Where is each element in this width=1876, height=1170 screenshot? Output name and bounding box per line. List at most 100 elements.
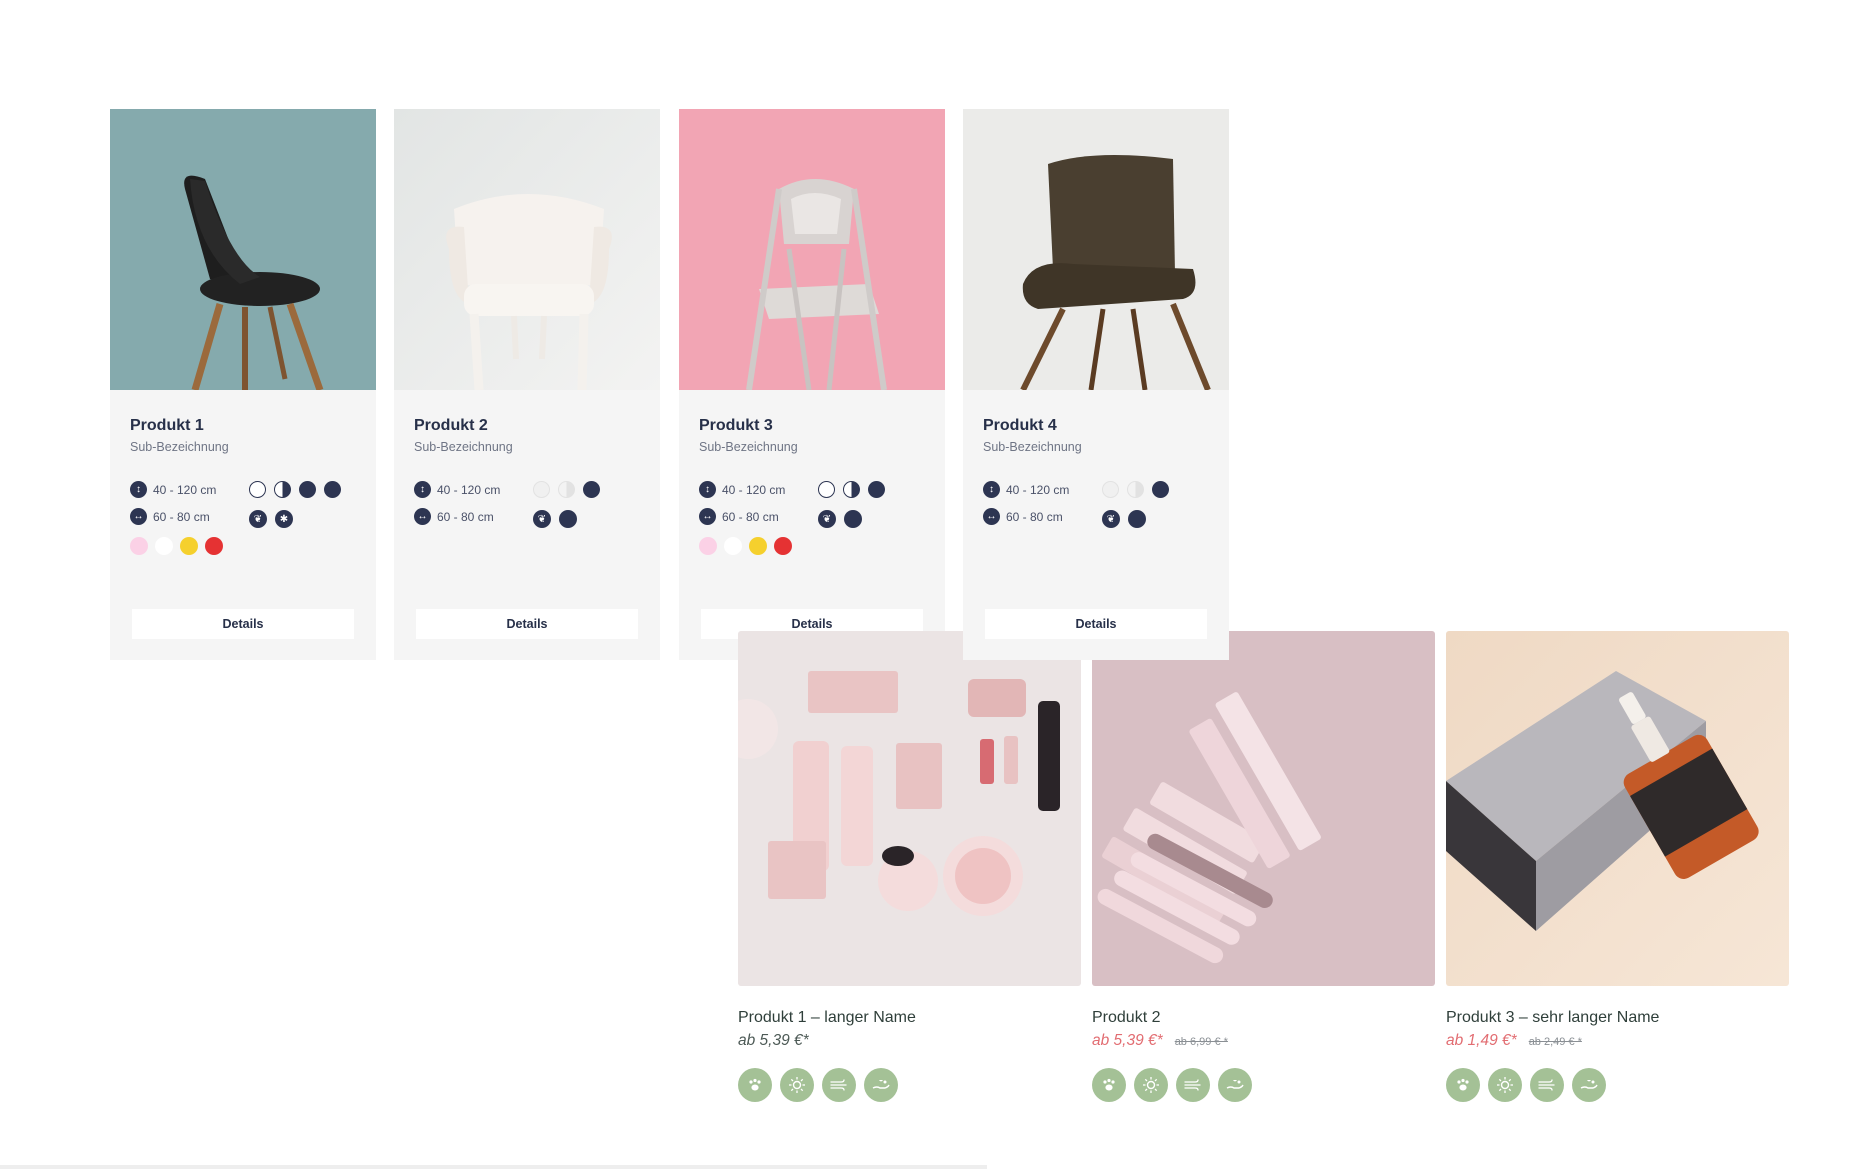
width-range: 60 - 80 cm [437,509,494,524]
sun-icon [780,1068,814,1102]
leaf-icon: ❦ [1102,510,1120,528]
chair-image-4[interactable] [963,109,1229,390]
cosmetic-card-1[interactable]: Produkt 1 – langer Name ab 5,39 €* [738,631,1081,1102]
cosmetic-image-2[interactable] [1092,631,1435,986]
price-row: ab 1,49 €* ab 2,49 € * [1446,1032,1582,1050]
color-dot-white[interactable] [155,537,173,555]
sale-price: ab 1,49 €* [1446,1032,1517,1049]
height-range: 40 - 120 cm [1006,482,1070,497]
wind-icon [822,1068,856,1102]
cosmetic-image-1[interactable] [738,631,1081,986]
height-range: 40 - 120 cm [437,482,501,497]
swatch-half[interactable] [558,481,575,498]
swatch-full[interactable] [324,481,341,498]
material-swatches [249,481,341,498]
swatch-outline[interactable] [818,481,835,498]
chair-image-2[interactable] [394,109,660,390]
swatch-full[interactable] [299,481,316,498]
color-dot-red[interactable] [774,537,792,555]
sun-icon [1488,1068,1522,1102]
width-range: 60 - 80 cm [153,509,210,524]
swatch-half[interactable] [843,481,860,498]
cosmetic-card-2[interactable]: Produkt 2 ab 5,39 €* ab 6,99 € * [1092,631,1435,1102]
height-arrows-icon: ↕ [414,481,431,498]
swatch-outline[interactable] [533,481,550,498]
swatch-full[interactable] [1152,481,1169,498]
old-price: ab 2,49 € * [1528,1036,1582,1048]
width-spec: ↔ 60 - 80 cm [983,508,1063,525]
wind-icon [1176,1068,1210,1102]
width-range: 60 - 80 cm [722,509,779,524]
details-button[interactable]: Details [132,609,354,639]
material-swatches [533,481,600,498]
material-swatches [818,481,885,498]
swatch-full[interactable] [868,481,885,498]
leaf-icon: ❦ [533,510,551,528]
chair-card-1[interactable]: Produkt 1 Sub-Bezeichnung ↕ 40 - 120 cm … [110,109,376,660]
feature-icons [738,1068,898,1102]
width-spec: ↔ 60 - 80 cm [130,508,210,525]
chair-image-1[interactable] [110,109,376,390]
bulb-icon: ✱ [275,510,293,528]
cosmetic-name[interactable]: Produkt 2 [1092,1009,1160,1027]
option-icons: ❦ [1102,510,1146,528]
chair-subtitle: Sub-Bezeichnung [130,440,229,454]
details-button[interactable]: Details [985,609,1207,639]
height-spec: ↕ 40 - 120 cm [699,481,785,498]
swatch-outline[interactable] [1102,481,1119,498]
price-row: ab 5,39 €* ab 6,99 € * [1092,1032,1228,1050]
paw-icon [1092,1068,1126,1102]
leaf-icon: ❦ [818,510,836,528]
paw-icon [738,1068,772,1102]
width-arrows-icon: ↔ [983,508,1000,525]
wind-icon [1530,1068,1564,1102]
cosmetic-name[interactable]: Produkt 1 – langer Name [738,1009,916,1027]
height-range: 40 - 120 cm [153,482,217,497]
details-button[interactable]: Details [416,609,638,639]
height-arrows-icon: ↕ [699,481,716,498]
scroll-divider [0,1165,987,1169]
chair-card-3[interactable]: Produkt 3 Sub-Bezeichnung ↕ 40 - 120 cm … [679,109,945,660]
color-dot-red[interactable] [205,537,223,555]
width-arrows-icon: ↔ [414,508,431,525]
height-arrows-icon: ↕ [983,481,1000,498]
width-spec: ↔ 60 - 80 cm [414,508,494,525]
cosmetic-name[interactable]: Produkt 3 – sehr langer Name [1446,1009,1659,1027]
color-dot-pink[interactable] [699,537,717,555]
hand-care-icon [864,1068,898,1102]
feature-icons [1092,1068,1252,1102]
chair-subtitle: Sub-Bezeichnung [414,440,513,454]
color-dot-yellow[interactable] [180,537,198,555]
width-spec: ↔ 60 - 80 cm [699,508,779,525]
cosmetic-card-3[interactable]: Produkt 3 – sehr langer Name ab 1,49 €* … [1446,631,1789,1102]
feature-icons [1446,1068,1606,1102]
chair-name: Produkt 4 [983,417,1057,434]
color-options [130,537,223,555]
price-row: ab 5,39 €* [738,1032,809,1050]
height-range: 40 - 120 cm [722,482,786,497]
height-spec: ↕ 40 - 120 cm [130,481,216,498]
color-dot-yellow[interactable] [749,537,767,555]
height-spec: ↕ 40 - 120 cm [414,481,500,498]
option-icons: ❦ ✱ [249,510,293,528]
chair-image-3[interactable] [679,109,945,390]
swatch-full[interactable] [583,481,600,498]
swatch-outline[interactable] [249,481,266,498]
leaf-icon: ❦ [249,510,267,528]
height-spec: ↕ 40 - 120 cm [983,481,1069,498]
color-dot-pink[interactable] [130,537,148,555]
width-arrows-icon: ↔ [699,508,716,525]
swatch-half[interactable] [1127,481,1144,498]
sun-icon [1134,1068,1168,1102]
chair-card-2[interactable]: Produkt 2 Sub-Bezeichnung ↕ 40 - 120 cm … [394,109,660,660]
dot-icon [1128,510,1146,528]
color-dot-white[interactable] [724,537,742,555]
dot-icon [844,510,862,528]
swatch-half[interactable] [274,481,291,498]
cosmetic-image-3[interactable] [1446,631,1789,986]
chair-name: Produkt 2 [414,417,488,434]
material-swatches [1102,481,1169,498]
option-icons: ❦ [533,510,577,528]
sale-price: ab 5,39 €* [1092,1032,1163,1049]
chair-card-4[interactable]: Produkt 4 Sub-Bezeichnung ↕ 40 - 120 cm … [963,109,1229,660]
